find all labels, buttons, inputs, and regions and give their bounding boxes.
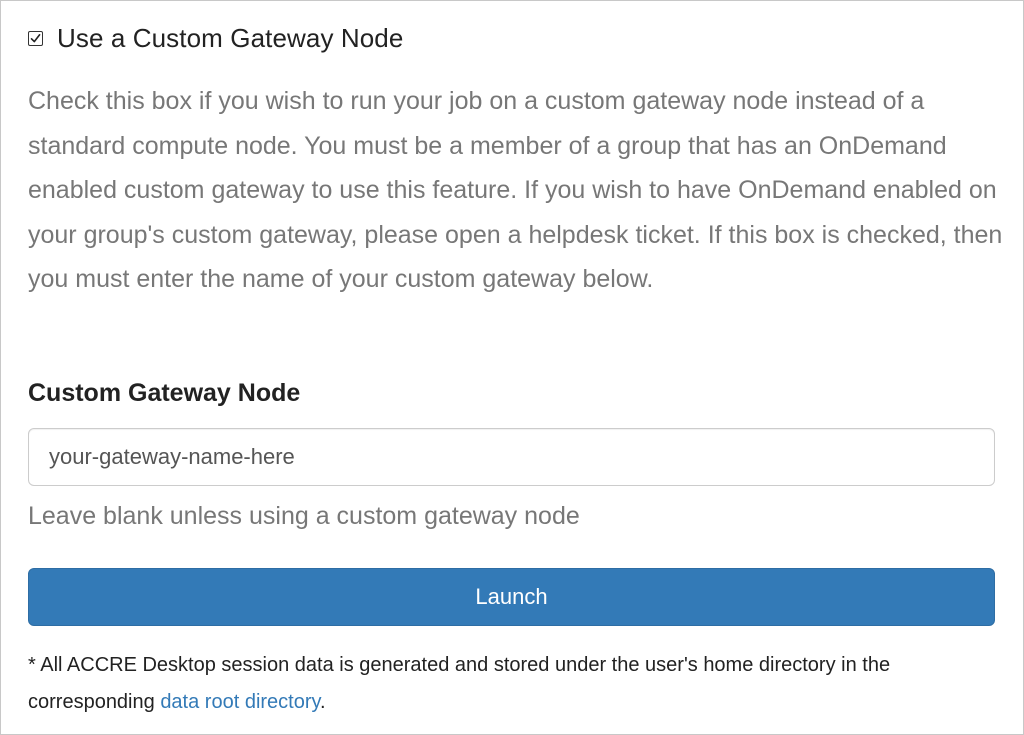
custom-gateway-node-label: Custom Gateway Node [28,379,301,407]
custom-gateway-help-text: Check this box if you wish to run your j… [28,87,1003,293]
checkmark-icon [30,33,41,42]
custom-gateway-checkbox-label: Use a Custom Gateway Node [57,22,404,53]
custom-gateway-checkbox[interactable] [28,30,43,46]
form-panel: Use a Custom Gateway Node Check this box… [0,0,1024,735]
custom-gateway-node-input[interactable] [28,428,995,486]
footnote: * All ACCRE Desktop session data is gene… [28,647,1003,721]
footnote-text: * All ACCRE Desktop session data is gene… [28,654,891,713]
data-root-directory-link[interactable]: data root directory [160,691,320,713]
custom-gateway-node-help: Leave blank unless using a custom gatewa… [28,502,580,530]
footnote-suffix: . [320,691,326,713]
launch-button[interactable]: Launch [28,568,995,626]
custom-gateway-checkbox-row[interactable]: Use a Custom Gateway Node [28,23,403,53]
